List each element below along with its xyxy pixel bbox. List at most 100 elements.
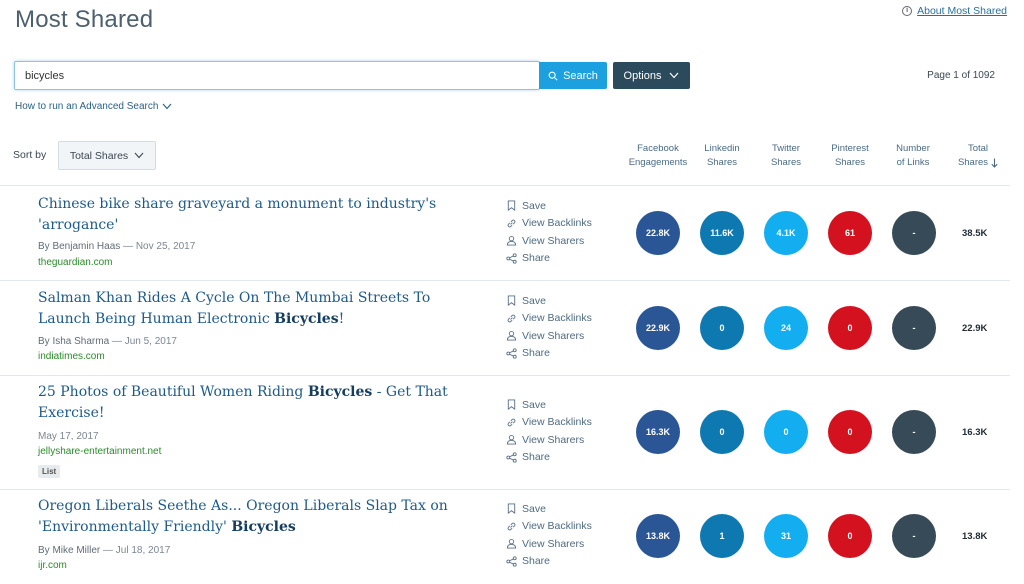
article-title[interactable]: 25 Photos of Beautiful Women Riding Bicy… [38,382,458,424]
pinterest-shares-circle[interactable]: 0 [828,306,872,350]
article-byline: May 17, 2017 [38,431,99,442]
save-action[interactable]: Save [506,197,592,215]
article-domain[interactable]: indiatimes.com [38,351,105,362]
sort-select[interactable]: Total Shares [58,141,156,170]
user-icon [506,539,517,549]
share-icon [506,556,517,567]
share-action[interactable]: Share [506,449,592,467]
article-date: — Nov 25, 2017 [120,241,196,252]
facebook-engagements-circle[interactable]: 22.9K [636,306,680,350]
view-backlinks-action[interactable]: View Backlinks [506,215,592,233]
total-shares-value: 16.3K [962,427,988,438]
table-row: Salman Khan Rides A Cycle On The Mumbai … [0,280,1010,375]
twitter-shares-circle[interactable]: 24 [764,306,808,350]
save-action[interactable]: Save [506,292,592,310]
article-domain[interactable]: jellyshare-entertainment.net [38,446,161,457]
share-icon [506,348,517,359]
view-sharers-action[interactable]: View Sharers [506,431,592,449]
total-shares-value: 13.8K [962,531,988,542]
share-icon [506,253,517,264]
view-sharers-label: View Sharers [522,234,585,247]
search-button-label: Search [563,69,598,82]
search-icon [548,71,558,81]
about-link-label[interactable]: About Most Shared [917,5,1007,17]
number-of-links-circle[interactable]: - [892,211,936,255]
bookmark-icon [507,295,516,307]
facebook-engagements-circle[interactable]: 16.3K [636,410,680,454]
about-link[interactable]: i About Most Shared [902,5,1007,17]
number-of-links-circle[interactable]: - [892,514,936,558]
column-header-line: Number [896,143,930,154]
bookmark-icon [507,503,516,515]
article-author[interactable]: By Benjamin Haas [38,241,120,252]
article-author[interactable]: By Mike Miller [38,545,100,556]
article-title[interactable]: Oregon Liberals Seethe As... Oregon Libe… [38,496,458,538]
share-label: Share [522,252,551,265]
facebook-engagements-circle[interactable]: 13.8K [636,514,680,558]
share-action[interactable]: Share [506,250,592,268]
twitter-shares-circle[interactable]: 0 [764,410,808,454]
article-date: May 17, 2017 [38,431,99,442]
linkedin-shares-circle[interactable]: 1 [700,514,744,558]
number-of-links-circle[interactable]: - [892,306,936,350]
view-sharers-label: View Sharers [522,537,585,550]
article-title-text: Salman Khan Rides A Cycle On The Mumbai … [38,290,431,327]
save-label: Save [522,294,546,307]
twitter-shares-circle[interactable]: 31 [764,514,808,558]
view-backlinks-label: View Backlinks [522,217,592,230]
pinterest-shares-circle[interactable]: 0 [828,410,872,454]
twitter-shares-circle[interactable]: 4.1K [764,211,808,255]
column-header-line: Shares [957,157,989,168]
number-of-links-circle[interactable]: - [892,410,936,454]
view-backlinks-action[interactable]: View Backlinks [506,518,592,536]
article-title-keyword: Bicycles [231,519,296,535]
column-header-twitter[interactable]: Twitter Shares [756,142,816,170]
linkedin-shares-circle[interactable]: 0 [700,306,744,350]
view-backlinks-label: View Backlinks [522,416,592,429]
article-actions: Save View Backlinks View Sharers Share [506,292,592,362]
column-header-total[interactable]: Total Shares [950,142,1006,170]
article-title[interactable]: Chinese bike share graveyard a monument … [38,194,458,236]
linkedin-shares-circle[interactable]: 11.6K [700,211,744,255]
table-row: Oregon Liberals Seethe As... Oregon Libe… [0,489,1010,584]
user-icon [506,236,517,246]
pinterest-shares-circle[interactable]: 61 [828,211,872,255]
article-title-text: ! [338,311,345,327]
column-header-line: Shares [706,157,738,168]
options-button[interactable]: Options [613,62,690,89]
view-sharers-action[interactable]: View Sharers [506,327,592,345]
column-header-line: of Links [896,157,930,168]
article-byline: By Mike Miller — Jul 18, 2017 [38,545,170,556]
chevron-down-icon [670,72,679,79]
search-button[interactable]: Search [539,62,607,89]
user-icon [506,435,517,445]
column-header-facebook[interactable]: Facebook Engagements [622,142,694,170]
linkedin-shares-circle[interactable]: 0 [700,410,744,454]
save-action[interactable]: Save [506,500,592,518]
article-title[interactable]: Salman Khan Rides A Cycle On The Mumbai … [38,288,458,330]
view-sharers-action[interactable]: View Sharers [506,535,592,553]
view-backlinks-action[interactable]: View Backlinks [506,310,592,328]
column-header-pinterest[interactable]: Pinterest Shares [820,142,880,170]
article-domain[interactable]: ijr.com [38,560,67,571]
column-header-links[interactable]: Number of Links [884,142,942,170]
bookmark-icon [507,399,516,411]
article-author[interactable]: By Isha Sharma [38,336,109,347]
link-icon [507,418,516,427]
article-domain[interactable]: theguardian.com [38,257,113,268]
column-header-line: Pinterest [831,143,869,154]
view-sharers-label: View Sharers [522,433,585,446]
chevron-down-icon [163,103,172,110]
view-sharers-action[interactable]: View Sharers [506,232,592,250]
view-backlinks-action[interactable]: View Backlinks [506,414,592,432]
search-input[interactable] [14,61,540,90]
facebook-engagements-circle[interactable]: 22.8K [636,211,680,255]
pinterest-shares-circle[interactable]: 0 [828,514,872,558]
view-sharers-label: View Sharers [522,329,585,342]
share-action[interactable]: Share [506,345,592,363]
article-byline: By Benjamin Haas — Nov 25, 2017 [38,241,195,252]
save-action[interactable]: Save [506,396,592,414]
share-action[interactable]: Share [506,553,592,571]
advanced-search-link[interactable]: How to run an Advanced Search [15,101,172,112]
column-header-linkedin[interactable]: Linkedin Shares [692,142,752,170]
